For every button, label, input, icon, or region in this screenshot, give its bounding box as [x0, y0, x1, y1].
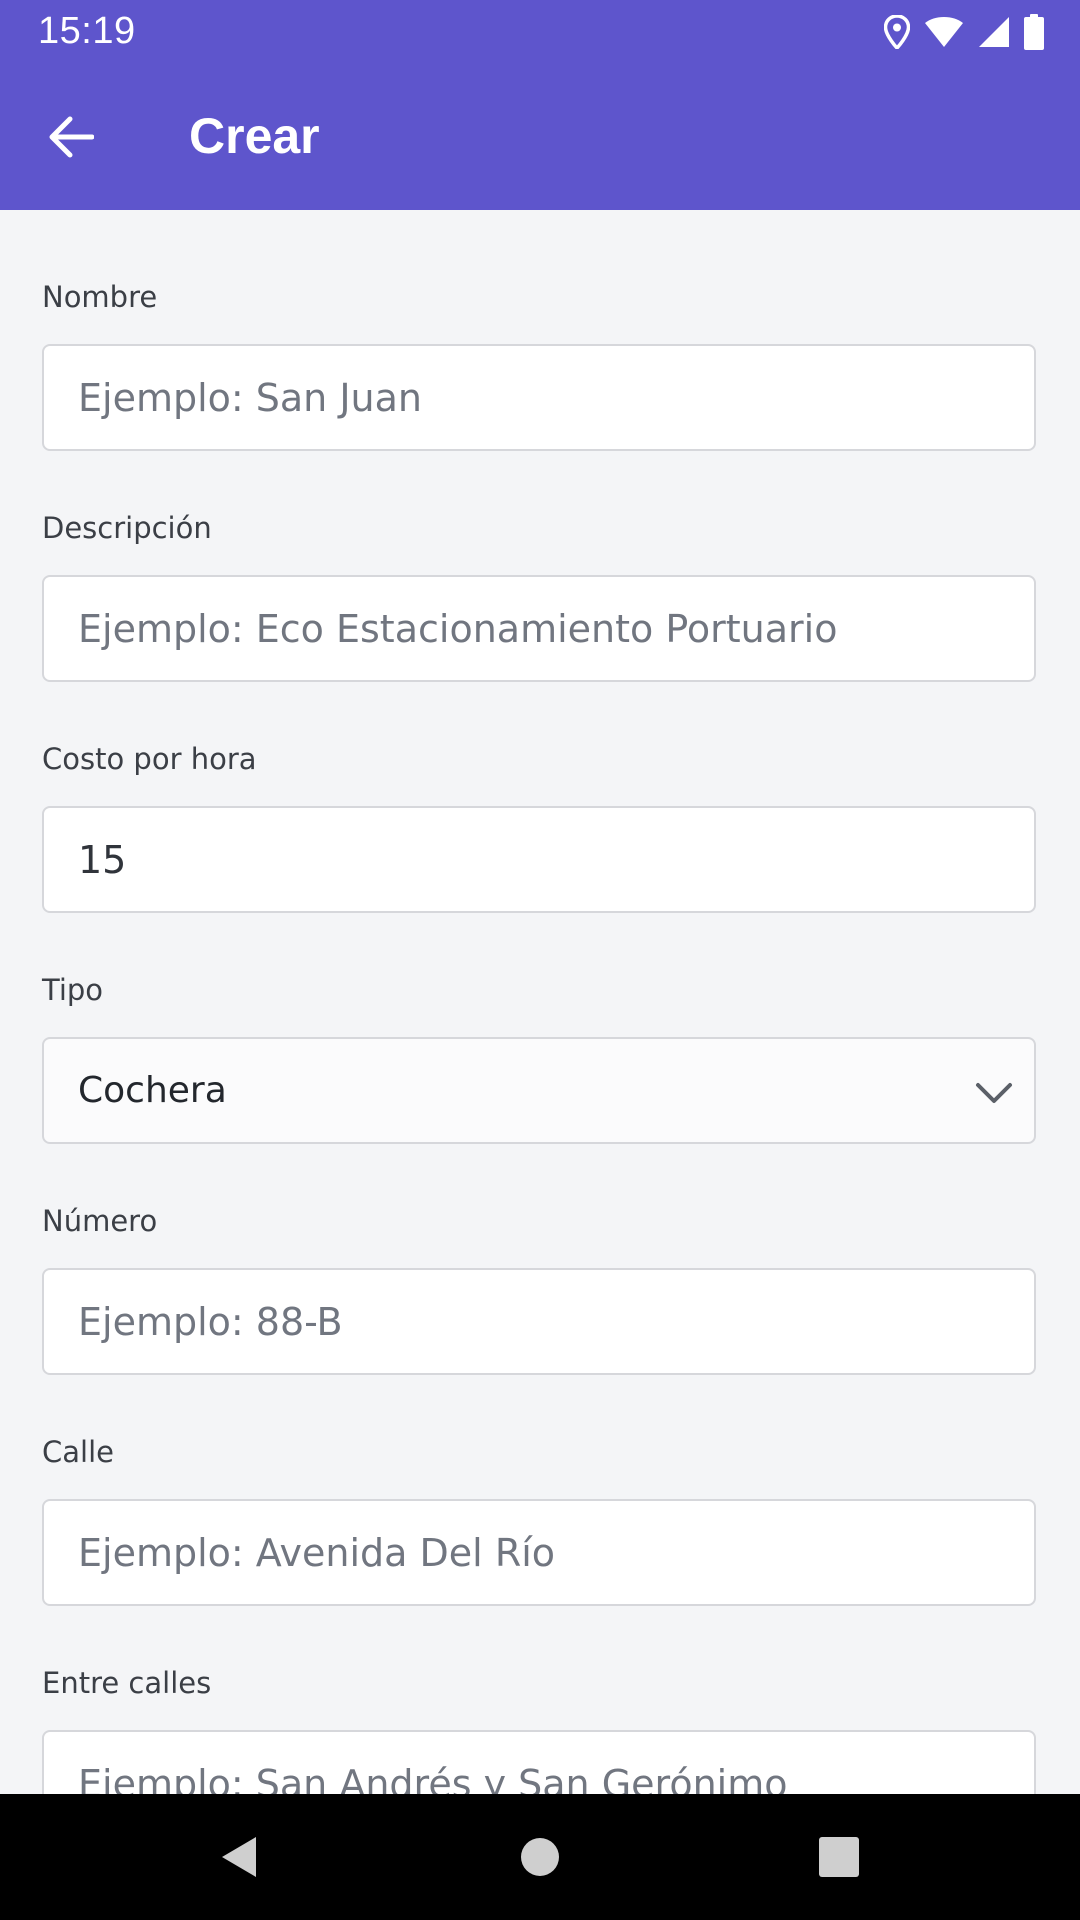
costo-box — [42, 806, 1036, 913]
field-costo: Costo por hora — [42, 739, 1038, 913]
tipo-label: Tipo — [42, 973, 104, 1007]
nombre-box — [42, 344, 1036, 451]
field-numero: Número — [42, 1201, 1038, 1375]
numero-label: Número — [42, 1204, 158, 1238]
signal-icon — [978, 16, 1010, 48]
tipo-select[interactable]: Cochera — [42, 1037, 1036, 1144]
status-icons — [884, 12, 1044, 52]
wifi-icon — [924, 16, 964, 48]
battery-icon — [1024, 14, 1044, 50]
field-nombre: Nombre — [42, 277, 1038, 451]
tipo-selected-value: Cochera — [78, 1070, 227, 1111]
field-entre-calles: Entre calles — [42, 1663, 1038, 1794]
entre-calles-input[interactable] — [78, 1761, 1000, 1794]
descripcion-input[interactable] — [78, 606, 1000, 651]
entre-calles-label: Entre calles — [42, 1666, 212, 1700]
status-time: 15:19 — [38, 10, 136, 52]
calle-label: Calle — [42, 1435, 114, 1469]
numero-input[interactable] — [78, 1299, 1000, 1344]
nav-recents-icon[interactable] — [814, 1832, 864, 1882]
location-icon — [884, 15, 910, 49]
calle-box — [42, 1499, 1036, 1606]
back-button[interactable] — [30, 103, 112, 175]
field-descripcion: Descripción — [42, 508, 1038, 682]
navigation-bar — [0, 1794, 1080, 1920]
nombre-input[interactable] — [78, 375, 1000, 420]
arrow-back-icon — [48, 115, 95, 163]
chevron-down-icon — [974, 1073, 1014, 1113]
field-calle: Calle — [42, 1432, 1038, 1606]
costo-label: Costo por hora — [42, 742, 257, 776]
descripcion-label: Descripción — [42, 511, 212, 545]
nav-back-icon[interactable] — [214, 1832, 264, 1882]
page-title: Crear — [189, 108, 320, 164]
app-bar: Crear — [0, 63, 1080, 210]
calle-input[interactable] — [78, 1530, 1000, 1575]
entre-calles-box — [42, 1730, 1036, 1794]
field-tipo: Tipo Cochera — [42, 970, 1038, 1144]
status-bar: 15:19 — [0, 0, 1080, 63]
numero-box — [42, 1268, 1036, 1375]
screen: 15:19 Crear Nombre Ejemplo: San Juan Des… — [0, 0, 1080, 1920]
costo-input[interactable] — [78, 837, 1000, 882]
nombre-label: Nombre — [42, 280, 158, 314]
nav-home-icon[interactable] — [515, 1832, 565, 1882]
descripcion-box — [42, 575, 1036, 682]
form-content: Nombre Descripción Costo por hora Tipo C… — [0, 210, 1080, 1794]
